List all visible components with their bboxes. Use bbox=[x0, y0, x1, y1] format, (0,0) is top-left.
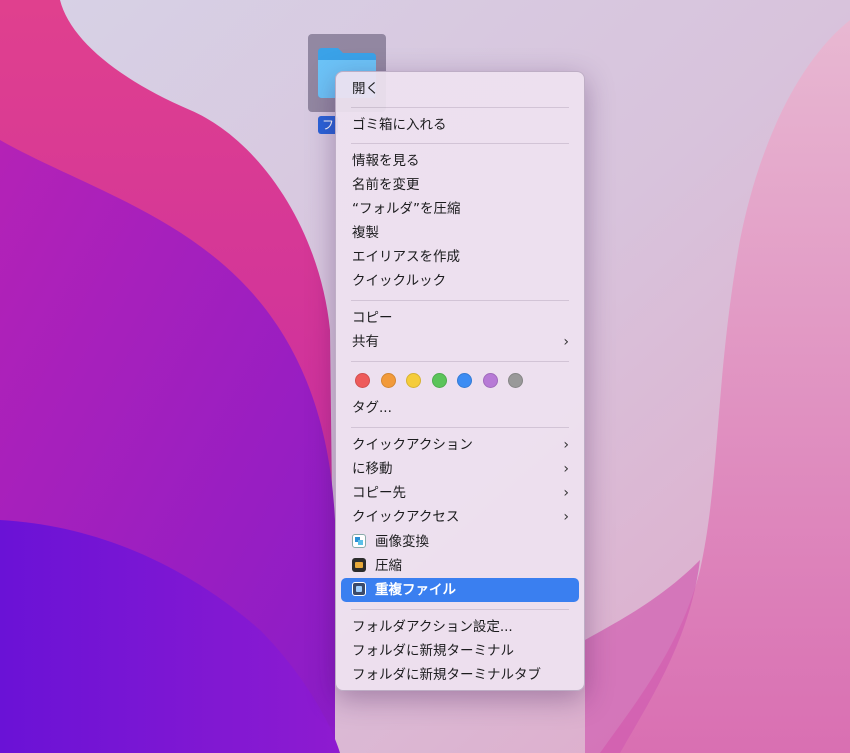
tag-colors-row bbox=[341, 368, 579, 392]
tag-blue[interactable] bbox=[457, 372, 472, 388]
menu-item-label: 画像変換 bbox=[375, 534, 429, 550]
tag-gray[interactable] bbox=[508, 372, 523, 388]
menu-item-label: 共有 bbox=[352, 334, 379, 350]
menu-separator bbox=[351, 107, 569, 108]
tag-orange[interactable] bbox=[380, 372, 396, 388]
menu-item-label: フォルダアクション設定... bbox=[352, 619, 513, 635]
menu-item-image-convert[interactable]: 画像変換 bbox=[341, 530, 579, 554]
menu-item-label: 情報を見る bbox=[352, 153, 420, 169]
archive-icon bbox=[352, 558, 366, 572]
menu-item-copy-to[interactable]: コピー先 › bbox=[341, 481, 579, 505]
menu-item-label: エイリアスを作成 bbox=[352, 249, 460, 265]
menu-item-label: 重複ファイル bbox=[375, 582, 456, 598]
tag-yellow[interactable] bbox=[406, 372, 421, 388]
menu-item-label: クイックアクション bbox=[352, 437, 473, 453]
menu-separator bbox=[351, 361, 569, 362]
menu-item-label: コピー bbox=[352, 310, 393, 326]
menu-item-quick-look[interactable]: クイックルック bbox=[341, 269, 579, 293]
menu-separator bbox=[351, 427, 569, 428]
menu-item-copy[interactable]: コピー bbox=[341, 306, 579, 330]
chevron-right-icon: › bbox=[563, 437, 569, 453]
menu-separator bbox=[351, 143, 569, 144]
chevron-right-icon: › bbox=[563, 334, 569, 350]
menu-item-quick-actions[interactable]: クイックアクション › bbox=[341, 433, 579, 457]
menu-item-duplicate-files[interactable]: 重複ファイル bbox=[341, 578, 579, 602]
tag-green[interactable] bbox=[431, 372, 447, 388]
menu-item-share[interactable]: 共有 › bbox=[341, 330, 579, 354]
tag-purple[interactable] bbox=[482, 372, 498, 388]
tag-red[interactable] bbox=[355, 372, 370, 388]
chevron-right-icon: › bbox=[563, 509, 569, 525]
menu-item-label: フォルダに新規ターミナル bbox=[352, 643, 514, 659]
menu-item-label: 名前を変更 bbox=[352, 177, 420, 193]
menu-item-open[interactable]: 開く bbox=[341, 77, 579, 101]
context-menu: 開く ゴミ箱に入れる 情報を見る 名前を変更 “フォルダ”を圧縮 複製 エイリア… bbox=[335, 71, 585, 691]
menu-item-label: クイックアクセス bbox=[352, 509, 460, 525]
menu-item-archive[interactable]: 圧縮 bbox=[341, 554, 579, 578]
menu-item-folder-action-setup[interactable]: フォルダアクション設定... bbox=[341, 615, 579, 639]
menu-item-label: “フォルダ”を圧縮 bbox=[352, 201, 461, 217]
menu-item-quick-access[interactable]: クイックアクセス › bbox=[341, 505, 579, 529]
menu-item-trash[interactable]: ゴミ箱に入れる bbox=[341, 113, 579, 137]
menu-item-label: コピー先 bbox=[352, 485, 406, 501]
menu-item-label: フォルダに新規ターミナルタブ bbox=[352, 667, 541, 683]
menu-item-tags[interactable]: タグ... bbox=[341, 396, 579, 420]
menu-separator bbox=[351, 609, 569, 610]
menu-item-label: ゴミ箱に入れる bbox=[352, 117, 447, 133]
menu-item-label: 開く bbox=[352, 81, 379, 97]
menu-item-duplicate[interactable]: 複製 bbox=[341, 221, 579, 245]
menu-item-rename[interactable]: 名前を変更 bbox=[341, 173, 579, 197]
menu-item-new-terminal-tab[interactable]: フォルダに新規ターミナルタブ bbox=[341, 663, 579, 687]
menu-separator bbox=[351, 300, 569, 301]
menu-item-get-info[interactable]: 情報を見る bbox=[341, 149, 579, 173]
menu-item-label: に移動 bbox=[352, 461, 393, 477]
menu-item-move-to[interactable]: に移動 › bbox=[341, 457, 579, 481]
menu-item-label: 複製 bbox=[352, 225, 379, 241]
chevron-right-icon: › bbox=[563, 485, 569, 501]
menu-item-new-terminal[interactable]: フォルダに新規ターミナル bbox=[341, 639, 579, 663]
menu-item-make-alias[interactable]: エイリアスを作成 bbox=[341, 245, 579, 269]
menu-item-label: クイックルック bbox=[352, 273, 447, 289]
chevron-right-icon: › bbox=[563, 461, 569, 477]
menu-item-compress[interactable]: “フォルダ”を圧縮 bbox=[341, 197, 579, 221]
menu-item-label: タグ... bbox=[352, 400, 392, 416]
image-convert-icon bbox=[352, 534, 366, 548]
duplicate-files-icon bbox=[352, 582, 366, 596]
menu-item-label: 圧縮 bbox=[375, 558, 402, 574]
